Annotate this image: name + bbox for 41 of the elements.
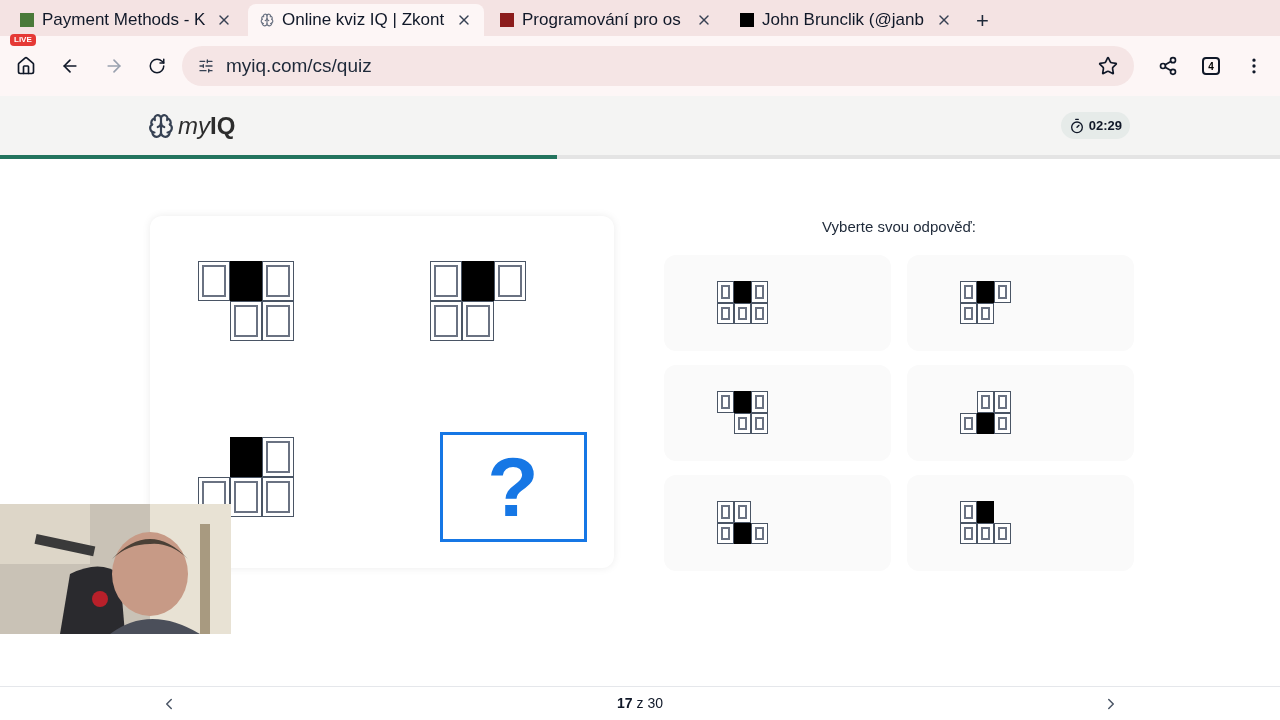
address-bar[interactable]: myiq.com/cs/quiz [182, 46, 1134, 86]
answer-option[interactable] [664, 474, 891, 571]
site-icon [740, 13, 754, 27]
puzzle-figure [717, 391, 768, 434]
browser-tab[interactable]: Programování pro os [488, 4, 724, 36]
puzzle-figure [717, 501, 768, 544]
timer-text: 02:29 [1088, 116, 1122, 135]
puzzle-figure [717, 281, 768, 324]
live-badge: LIVE [10, 34, 36, 46]
browser-tab[interactable]: Payment Methods - K [8, 4, 244, 36]
logo[interactable]: myIQ [178, 107, 236, 144]
bookmark-star-icon[interactable] [1098, 56, 1118, 76]
tab-title: Programování pro os [522, 9, 682, 32]
site-icon [500, 13, 514, 27]
answer-option[interactable] [664, 364, 891, 461]
browser-tab[interactable]: John Brunclik (@janb [728, 4, 964, 36]
browser-tab[interactable]: Online kviz IQ | Zkont [248, 4, 484, 36]
new-tab-button[interactable]: + [968, 4, 997, 36]
share-icon[interactable] [1158, 56, 1178, 76]
brain-icon [148, 112, 174, 139]
site-settings-icon[interactable] [198, 58, 214, 74]
puzzle-figure [960, 391, 1011, 434]
puzzle-figure [960, 501, 1011, 544]
question-counter: 17 z 30 [617, 694, 663, 713]
puzzle-figure [960, 281, 1011, 324]
answer-prompt: Vyberte svou odpověď: [822, 217, 976, 237]
answer-option[interactable] [907, 254, 1134, 351]
tab-title: Payment Methods - K [42, 9, 207, 32]
answer-option[interactable] [907, 364, 1134, 461]
answer-option[interactable] [664, 254, 891, 351]
brain-icon [260, 13, 274, 27]
question-mark: ? [487, 445, 539, 529]
site-icon [20, 13, 34, 27]
url-text: myiq.com/cs/quiz [226, 53, 373, 78]
stopwatch-icon [1068, 117, 1085, 134]
answer-option[interactable] [907, 474, 1134, 571]
home-icon[interactable] [16, 56, 36, 76]
reload-icon[interactable] [148, 57, 166, 75]
tab-title: John Brunclik (@janb [762, 9, 925, 32]
tab-title: Online kviz IQ | Zkont [282, 9, 446, 32]
tab-count[interactable]: 4 [1202, 57, 1220, 75]
